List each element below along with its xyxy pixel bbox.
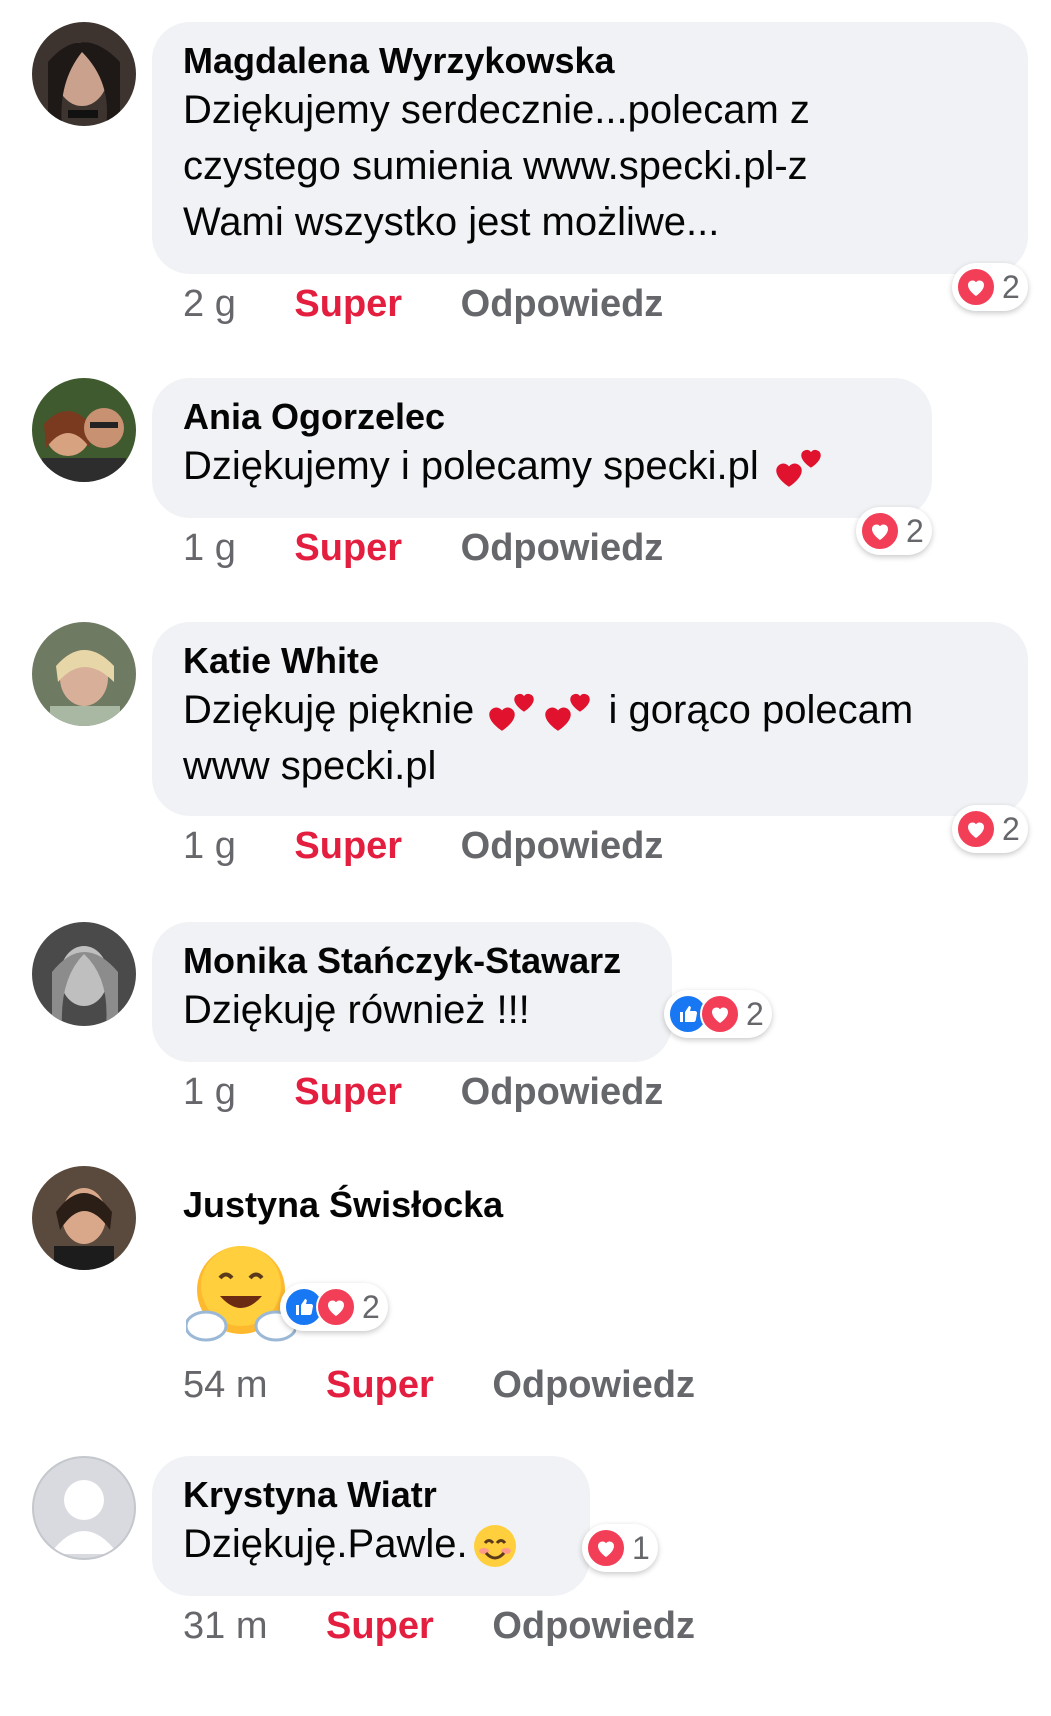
comment-author[interactable]: Justyna Świsłocka bbox=[183, 1184, 642, 1226]
comment-text: Dziękuję.Pawle. bbox=[183, 1516, 560, 1572]
avatar[interactable] bbox=[32, 1456, 136, 1560]
comment-time[interactable]: 1 g bbox=[183, 527, 236, 569]
comment-author[interactable]: Ania Ogorzelec bbox=[183, 396, 902, 438]
avatar[interactable] bbox=[32, 1166, 136, 1270]
comment-actions: 1 g Super Odpowiedz bbox=[183, 1071, 711, 1114]
super-reaction-button[interactable]: Super bbox=[294, 527, 402, 569]
comment-bubble: Katie White Dziękuję pięknie i gorąco po… bbox=[152, 622, 1028, 816]
two-hearts-emoji bbox=[489, 694, 535, 732]
avatar[interactable] bbox=[32, 922, 136, 1026]
reaction-count: 2 bbox=[906, 512, 924, 549]
comment-actions: 54 m Super Odpowiedz bbox=[183, 1364, 743, 1407]
comment-time[interactable]: 1 g bbox=[183, 825, 236, 867]
love-icon bbox=[586, 1528, 626, 1568]
comment-text-line: Dziękuję.Pawle. bbox=[183, 1522, 468, 1566]
comment-text-line: Dziękuję pięknie i gorąco polecam bbox=[183, 682, 998, 738]
comment-text-line: Dziękuję również !!! bbox=[183, 988, 530, 1032]
avatar[interactable] bbox=[32, 378, 136, 482]
comment-time[interactable]: 54 m bbox=[183, 1364, 267, 1406]
reaction-summary[interactable]: 2 bbox=[664, 990, 772, 1038]
comment-time[interactable]: 1 g bbox=[183, 1071, 236, 1113]
comment-text: Dziękujemy i polecamy specki.pl bbox=[183, 438, 902, 494]
comment-text-line: czystego sumienia www.specki.pl-z bbox=[183, 144, 808, 188]
comment-actions: 1 g Super Odpowiedz bbox=[183, 527, 711, 570]
avatar[interactable] bbox=[32, 622, 136, 726]
reply-button[interactable]: Odpowiedz bbox=[492, 1364, 695, 1406]
reply-button[interactable]: Odpowiedz bbox=[461, 527, 664, 569]
super-reaction-button[interactable]: Super bbox=[326, 1605, 434, 1647]
comment-bubble: Monika Stańczyk-Stawarz Dziękuję również… bbox=[152, 922, 672, 1062]
avatar[interactable] bbox=[32, 22, 136, 126]
reaction-summary[interactable]: 1 bbox=[582, 1524, 658, 1572]
super-reaction-button[interactable]: Super bbox=[294, 1071, 402, 1113]
love-icon bbox=[700, 994, 740, 1034]
reaction-summary[interactable]: 2 bbox=[280, 1283, 388, 1331]
reaction-count: 2 bbox=[746, 995, 764, 1032]
comment-author[interactable]: Monika Stańczyk-Stawarz bbox=[183, 940, 642, 982]
comment-author[interactable]: Katie White bbox=[183, 640, 998, 682]
comment-text-line: Wami wszystko jest możliwe... bbox=[183, 200, 720, 244]
comment-text-part: Dziękuję pięknie bbox=[183, 688, 475, 732]
two-hearts-emoji bbox=[545, 694, 591, 732]
smiling-face-emoji bbox=[473, 1525, 516, 1568]
love-icon bbox=[956, 267, 996, 307]
comment-actions: 1 g Super Odpowiedz bbox=[183, 825, 711, 868]
reaction-summary[interactable]: 2 bbox=[952, 805, 1028, 853]
reply-button[interactable]: Odpowiedz bbox=[461, 1071, 664, 1113]
love-icon bbox=[956, 809, 996, 849]
comment-time[interactable]: 2 g bbox=[183, 283, 236, 325]
reaction-count: 2 bbox=[1002, 268, 1020, 305]
reply-button[interactable]: Odpowiedz bbox=[461, 825, 664, 867]
super-reaction-button[interactable]: Super bbox=[326, 1364, 434, 1406]
comment-text-line: Dziękujemy serdecznie...polecam z bbox=[183, 88, 810, 132]
reply-button[interactable]: Odpowiedz bbox=[461, 283, 664, 325]
super-reaction-button[interactable]: Super bbox=[294, 283, 402, 325]
love-icon bbox=[860, 511, 900, 551]
comment-author[interactable]: Krystyna Wiatr bbox=[183, 1474, 560, 1516]
reaction-summary[interactable]: 2 bbox=[856, 507, 932, 555]
comment-author[interactable]: Magdalena Wyrzykowska bbox=[183, 40, 998, 82]
reaction-count: 2 bbox=[362, 1288, 380, 1325]
super-reaction-button[interactable]: Super bbox=[294, 825, 402, 867]
comment-bubble: Justyna Świsłocka bbox=[152, 1166, 672, 1246]
love-icon bbox=[316, 1287, 356, 1327]
comment-bubble: Krystyna Wiatr Dziękuję.Pawle. bbox=[152, 1456, 590, 1596]
comment-time[interactable]: 31 m bbox=[183, 1605, 267, 1647]
comment-text-part: i gorąco polecam bbox=[608, 688, 914, 732]
two-hearts-emoji bbox=[776, 450, 821, 488]
comment-text-line: Dziękujemy i polecamy specki.pl bbox=[183, 444, 759, 488]
reply-button[interactable]: Odpowiedz bbox=[492, 1605, 695, 1647]
comment-bubble: Magdalena Wyrzykowska Dziękujemy serdecz… bbox=[152, 22, 1028, 274]
comment-text-line: www specki.pl bbox=[183, 744, 437, 788]
comment-bubble: Ania Ogorzelec Dziękujemy i polecamy spe… bbox=[152, 378, 932, 518]
reaction-summary[interactable]: 2 bbox=[952, 263, 1028, 311]
comment-actions: 31 m Super Odpowiedz bbox=[183, 1605, 743, 1648]
hugging-face-emoji bbox=[186, 1246, 296, 1342]
comment-actions: 2 g Super Odpowiedz bbox=[183, 283, 711, 326]
reaction-count: 1 bbox=[632, 1529, 650, 1566]
reaction-count: 2 bbox=[1002, 810, 1020, 847]
